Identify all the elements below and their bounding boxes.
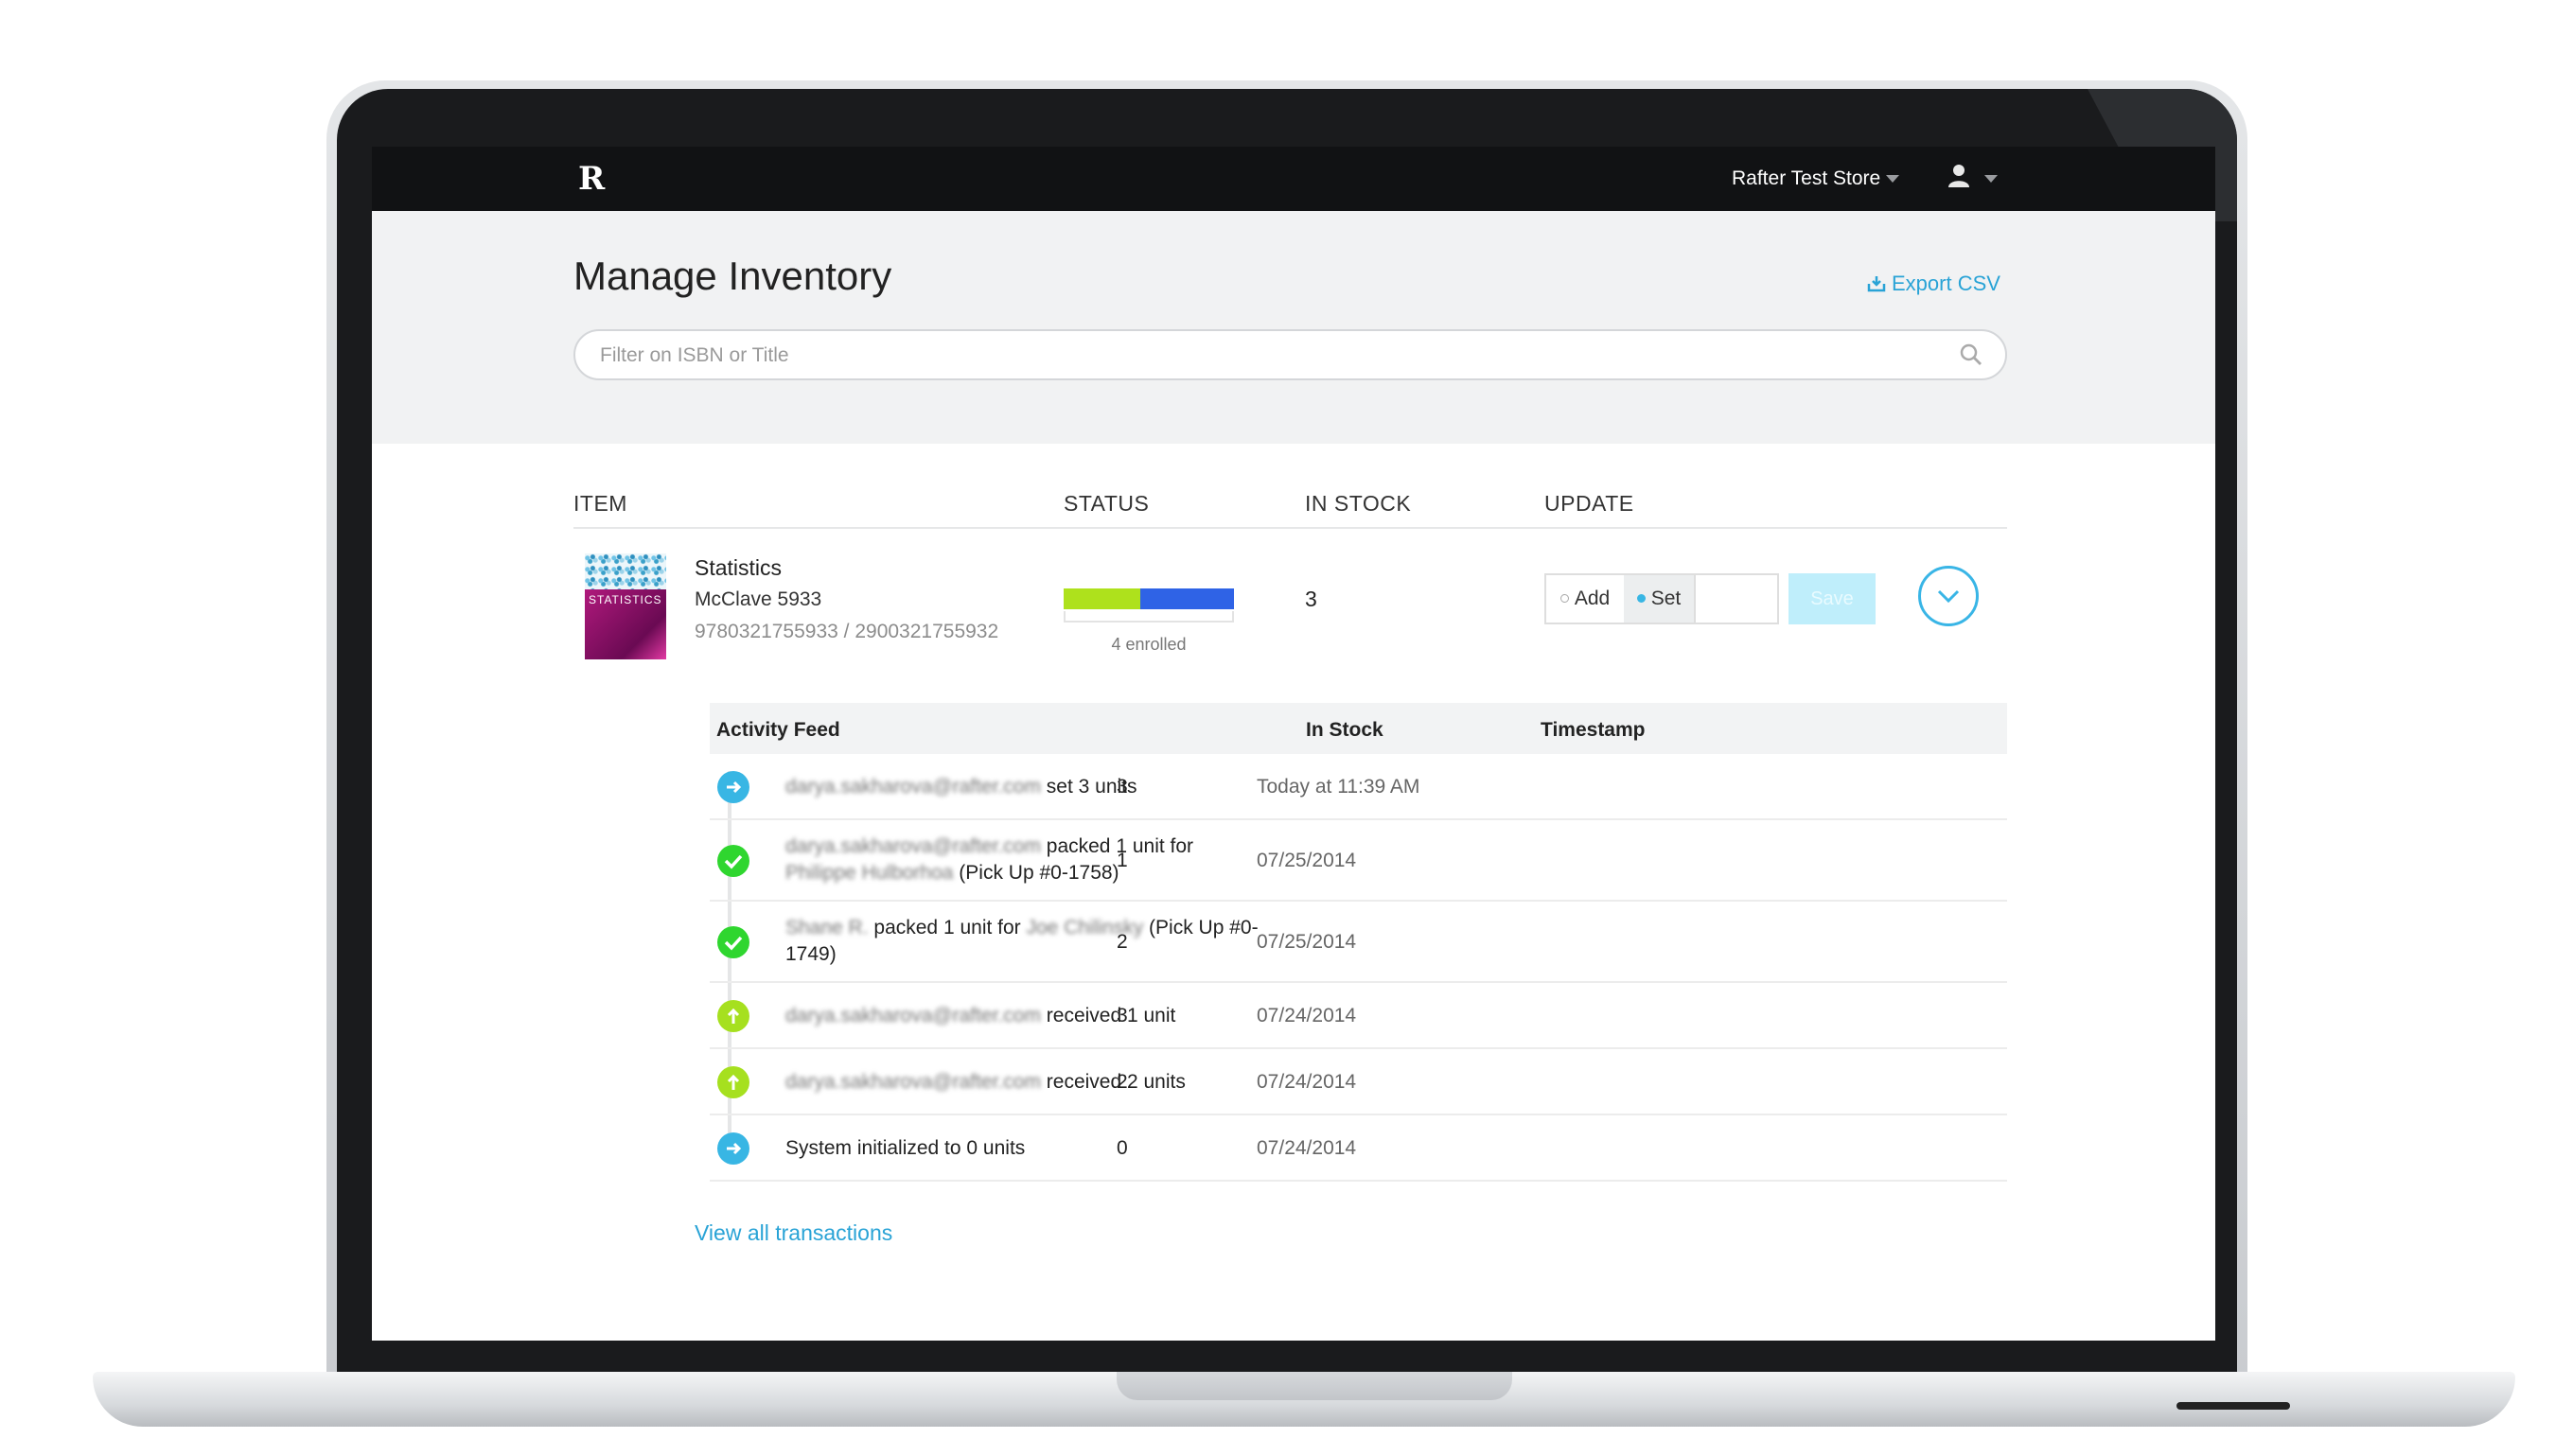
download-icon	[1867, 276, 1886, 292]
column-header-in-stock: IN STOCK	[1305, 491, 1412, 516]
redacted-user: darya.sakharova@rafter.com	[785, 776, 1041, 798]
update-control: Add Set	[1544, 573, 1779, 624]
arrow-right-icon	[717, 1132, 749, 1165]
feed-description: Shane R. packed 1 unit for Joe Chilinsky…	[785, 915, 1278, 968]
page-title: Manage Inventory	[573, 254, 892, 298]
feed-action: packed 1 unit for	[868, 917, 1027, 939]
store-selector[interactable]: Rafter Test Store	[1732, 166, 1880, 192]
app-screen: R Rafter Test Store Manage Inventory Exp…	[372, 147, 2215, 1341]
feed-action: received 2 units	[1040, 1071, 1186, 1093]
redacted-customer: Philippe Hulborhoa	[785, 862, 954, 884]
search-box[interactable]	[573, 329, 2007, 380]
rafter-logo[interactable]: R	[578, 160, 620, 198]
set-label: Set	[1650, 588, 1682, 609]
add-radio-option[interactable]: Add	[1546, 575, 1624, 623]
feed-description: darya.sakharova@rafter.com received 2 un…	[785, 1069, 1278, 1096]
arrow-up-icon	[717, 1000, 749, 1032]
feed-stock: 2	[1117, 931, 1128, 953]
status-progress-bar	[1064, 588, 1234, 609]
top-nav: R Rafter Test Store	[372, 147, 2215, 211]
add-label: Add	[1574, 588, 1611, 609]
status-bar-green	[1064, 588, 1140, 609]
column-header-item: ITEM	[573, 491, 627, 516]
laptop-foot	[2176, 1402, 2290, 1410]
enrolled-count: 4 enrolled	[1111, 635, 1187, 654]
radio-empty-icon	[1559, 594, 1569, 603]
radio-selected-icon	[1636, 594, 1646, 603]
laptop-notch	[1117, 1372, 1512, 1400]
header-band	[372, 211, 2215, 444]
activity-feed-title: Activity Feed	[716, 719, 840, 741]
view-all-transactions-link[interactable]: View all transactions	[695, 1219, 892, 1247]
feed-timestamp: 07/24/2014	[1257, 1005, 1357, 1026]
feed-row: darya.sakharova@rafter.com packed 1 unit…	[710, 820, 2007, 902]
feed-stock: 0	[1117, 1137, 1128, 1159]
feed-description: darya.sakharova@rafter.com packed 1 unit…	[785, 833, 1278, 886]
set-radio-option[interactable]: Set	[1624, 575, 1694, 623]
redacted-user: Shane R.	[785, 917, 869, 939]
feed-column-in-stock: In Stock	[1306, 719, 1383, 741]
cover-artwork	[585, 553, 666, 589]
feed-timestamp: 07/25/2014	[1257, 850, 1357, 871]
feed-stock: 3	[1117, 1005, 1128, 1026]
feed-row: System initialized to 0 units 0 07/24/20…	[710, 1115, 2007, 1182]
feed-description: darya.sakharova@rafter.com set 3 units	[785, 774, 1278, 800]
search-input[interactable]	[598, 331, 1927, 380]
chevron-down-icon	[1937, 589, 1960, 604]
feed-action: received 1 unit	[1040, 1005, 1176, 1026]
feed-row: darya.sakharova@rafter.com received 1 un…	[710, 983, 2007, 1049]
feed-action: System initialized to 0 units	[785, 1137, 1026, 1159]
status-bar-blue	[1140, 588, 1234, 609]
check-icon	[717, 845, 749, 877]
row-divider	[710, 1180, 2007, 1182]
feed-column-timestamp: Timestamp	[1541, 719, 1646, 741]
column-header-status: STATUS	[1064, 491, 1150, 516]
user-menu-chevron-icon[interactable]	[1984, 175, 1998, 183]
status-bar-track	[1064, 611, 1234, 623]
redacted-user: darya.sakharova@rafter.com	[785, 835, 1041, 857]
book-cover: STATISTICS	[585, 553, 666, 659]
feed-row: Shane R. packed 1 unit for Joe Chilinsky…	[710, 902, 2007, 983]
feed-action-detail: (Pick Up #0-1758)	[953, 862, 1119, 884]
feed-stock: 3	[1117, 776, 1128, 798]
redacted-user: darya.sakharova@rafter.com	[785, 1071, 1041, 1093]
feed-timestamp: 07/24/2014	[1257, 1071, 1357, 1093]
quantity-input[interactable]	[1694, 575, 1777, 623]
feed-description: System initialized to 0 units	[785, 1135, 1278, 1162]
user-icon[interactable]	[1945, 162, 1973, 190]
feed-stock: 1	[1117, 850, 1128, 871]
column-header-update: UPDATE	[1544, 491, 1634, 516]
arrow-up-icon	[717, 1066, 749, 1098]
arrow-right-icon	[717, 771, 749, 803]
feed-timestamp: 07/24/2014	[1257, 1137, 1357, 1159]
export-csv-label: Export CSV	[1892, 272, 2000, 295]
in-stock-value: 3	[1305, 587, 1317, 611]
feed-stock: 2	[1117, 1071, 1128, 1093]
item-author: McClave 5933	[695, 588, 822, 610]
feed-timestamp: Today at 11:39 AM	[1257, 776, 1420, 798]
search-icon[interactable]	[1959, 342, 1983, 367]
redacted-user: darya.sakharova@rafter.com	[785, 1005, 1041, 1026]
export-csv-link[interactable]: Export CSV	[1867, 271, 2000, 297]
header-divider	[573, 527, 2007, 529]
cover-title: STATISTICS	[589, 593, 662, 606]
expand-button[interactable]	[1918, 566, 1979, 626]
feed-row: darya.sakharova@rafter.com set 3 units 3…	[710, 754, 2007, 820]
item-title: Statistics	[695, 555, 783, 580]
feed-row: darya.sakharova@rafter.com received 2 un…	[710, 1049, 2007, 1115]
item-isbn: 9780321755933 / 2900321755932	[695, 621, 999, 642]
chevron-down-icon[interactable]	[1886, 175, 1899, 183]
check-icon	[717, 926, 749, 958]
save-button[interactable]: Save	[1788, 573, 1876, 624]
feed-timestamp: 07/25/2014	[1257, 931, 1357, 953]
feed-description: darya.sakharova@rafter.com received 1 un…	[785, 1003, 1278, 1029]
